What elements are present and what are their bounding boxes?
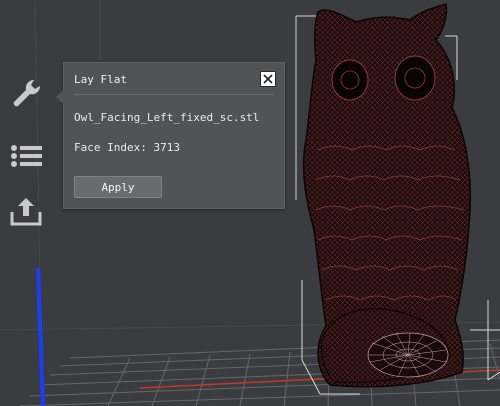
owl-model[interactable] (302, 3, 472, 388)
dialog-pointer (56, 89, 64, 105)
model-filename: Owl_Facing_Left_fixed_sc.stl (74, 111, 260, 124)
face-index-label: Face Index: 3713 (74, 141, 180, 154)
export-icon[interactable] (6, 192, 46, 232)
3d-viewport[interactable]: Lay Flat Owl_Facing_Left_fixed_sc.stl Fa… (0, 0, 500, 406)
apply-button[interactable]: Apply (74, 176, 162, 198)
list-icon[interactable] (6, 136, 46, 176)
dialog-title: Lay Flat (74, 73, 127, 86)
z-axis-line (36, 267, 45, 406)
close-icon[interactable] (260, 71, 276, 87)
dialog-header: Lay Flat (64, 63, 284, 95)
lay-flat-dialog: Lay Flat Owl_Facing_Left_fixed_sc.stl Fa… (56, 62, 285, 209)
dialog-divider (74, 94, 274, 95)
wrench-icon[interactable] (6, 74, 46, 114)
